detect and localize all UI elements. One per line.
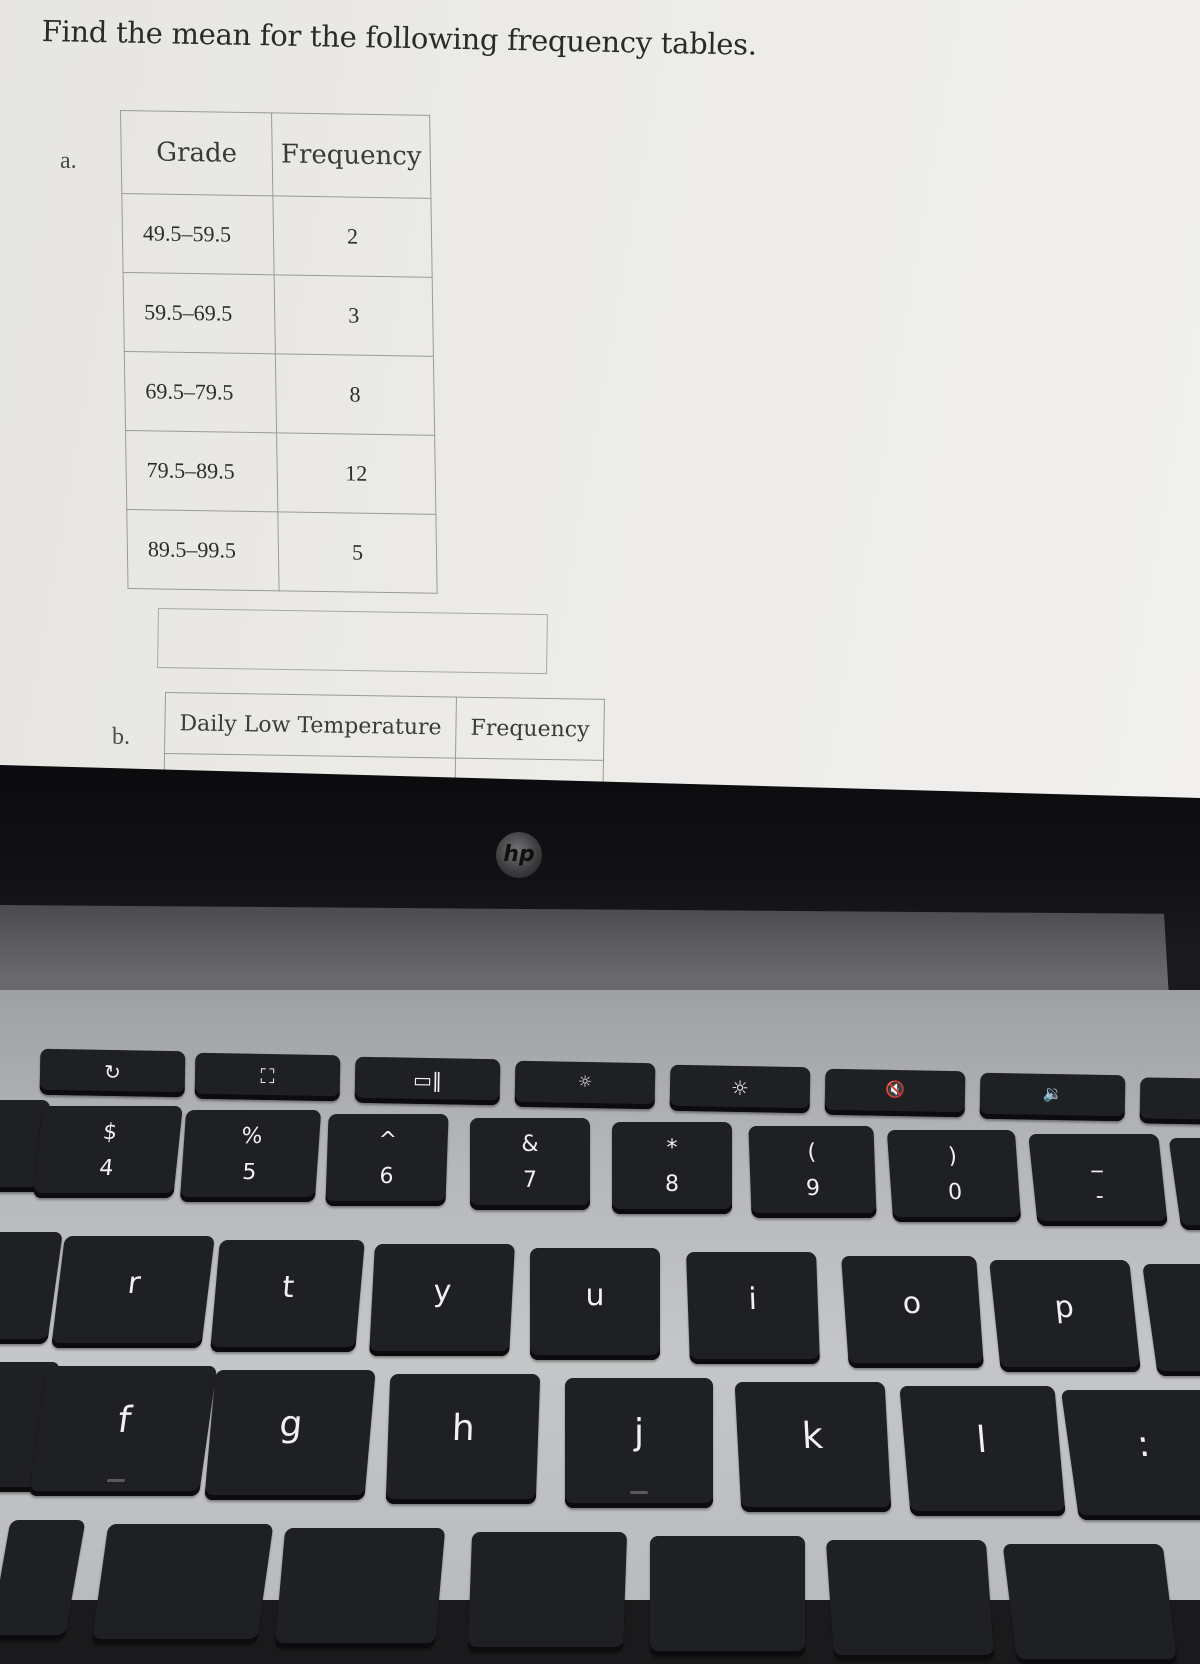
key-t[interactable]: t [210, 1240, 365, 1352]
frequency-header: Frequency [455, 697, 605, 761]
key-g[interactable]: g [204, 1370, 376, 1500]
refresh-icon: ↻ [103, 1059, 122, 1085]
table-row: 89.5–99.5 5 [126, 509, 438, 594]
part-b-label: b. [112, 724, 130, 750]
instructions-text: Find the mean for the following frequenc… [41, 14, 758, 62]
key-y[interactable]: y [369, 1244, 515, 1356]
frequency-cell: 3 [274, 274, 434, 357]
table-header-row: Daily Low Temperature Frequency [164, 692, 605, 761]
fullscreen-icon: ⛶ [260, 1063, 275, 1089]
frequency-cell: 5 [277, 511, 438, 594]
f-key-home-bump [106, 1479, 126, 1482]
key-5[interactable]: % 5 [179, 1110, 322, 1202]
key-4[interactable]: $ 4 [33, 1106, 183, 1198]
key-k[interactable]: k [734, 1382, 892, 1512]
mute-icon: 🔇 [884, 1079, 906, 1100]
table-row: 49.5–59.5 2 [121, 193, 433, 278]
key-7[interactable]: & 7 [470, 1118, 590, 1210]
key-u[interactable]: u [530, 1248, 660, 1360]
brightness-up-key[interactable]: ☼ [669, 1064, 811, 1114]
table-header-row: Grade Frequency [120, 110, 431, 199]
part-a-answer-box[interactable] [157, 608, 548, 675]
volume-up-key[interactable] [1139, 1077, 1200, 1125]
volume-down-icon: 🔉 [1042, 1083, 1063, 1104]
overview-key[interactable]: ▭‖ [354, 1056, 501, 1106]
key-comma[interactable] [825, 1540, 995, 1660]
brightness-down-key[interactable]: ☼ [514, 1060, 656, 1110]
key-minus[interactable]: _ - [1028, 1134, 1168, 1226]
frequency-header: Frequency [271, 112, 431, 199]
brightness-up-icon: ☼ [730, 1075, 750, 1101]
table-row: 69.5–79.5 8 [124, 351, 435, 436]
key-p[interactable]: p [989, 1260, 1141, 1372]
key-6[interactable]: ^ 6 [325, 1114, 449, 1206]
grade-range-cell: 49.5–59.5 [121, 193, 275, 275]
key-f[interactable]: f [28, 1366, 218, 1496]
frequency-cell: 8 [275, 353, 435, 436]
key-h[interactable]: h [385, 1374, 541, 1504]
key-9[interactable]: ( 9 [748, 1126, 877, 1218]
key-j[interactable]: j [565, 1378, 713, 1508]
brightness-down-icon: ☼ [577, 1071, 593, 1092]
key-o[interactable]: o [841, 1256, 984, 1368]
mute-key[interactable]: 🔇 [824, 1068, 966, 1118]
table-row: 79.5–89.5 12 [125, 430, 436, 515]
refresh-key[interactable]: ↻ [39, 1048, 186, 1098]
j-key-home-bump [630, 1491, 648, 1494]
grade-range-cell: 59.5–69.5 [123, 272, 276, 354]
key-i[interactable]: i [686, 1252, 820, 1364]
fullscreen-key[interactable]: ⛶ [194, 1052, 341, 1102]
key-period[interactable] [1002, 1544, 1178, 1664]
key-0[interactable]: ) 0 [886, 1130, 1022, 1222]
key-c[interactable] [0, 1520, 86, 1640]
grade-header: Grade [120, 110, 273, 196]
key-8[interactable]: * 8 [612, 1122, 732, 1214]
frequency-cell: 12 [276, 432, 436, 515]
key-m[interactable] [650, 1536, 805, 1656]
laptop-screen: Find the mean for the following frequenc… [0, 0, 1200, 803]
grade-range-cell: 69.5–79.5 [124, 351, 277, 433]
key-v[interactable] [91, 1524, 274, 1644]
overview-icon: ▭‖ [412, 1067, 443, 1093]
volume-down-key[interactable]: 🔉 [979, 1072, 1126, 1122]
grade-range-cell: 89.5–99.5 [126, 509, 280, 591]
key-b[interactable] [274, 1528, 446, 1648]
key-semicolon[interactable]: : [1060, 1390, 1200, 1520]
key-l[interactable]: l [899, 1386, 1066, 1516]
key-n[interactable] [467, 1532, 628, 1652]
key-r[interactable]: r [51, 1236, 215, 1348]
table-row: 59.5–69.5 3 [123, 272, 434, 357]
hp-logo: hp [496, 832, 542, 878]
temperature-header: Daily Low Temperature [164, 692, 457, 759]
part-a-label: a. [60, 148, 77, 174]
grade-range-cell: 79.5–89.5 [125, 430, 278, 512]
frequency-cell: 2 [272, 195, 433, 278]
grade-frequency-table: Grade Frequency 49.5–59.5 2 59.5–69.5 3 … [120, 110, 438, 594]
